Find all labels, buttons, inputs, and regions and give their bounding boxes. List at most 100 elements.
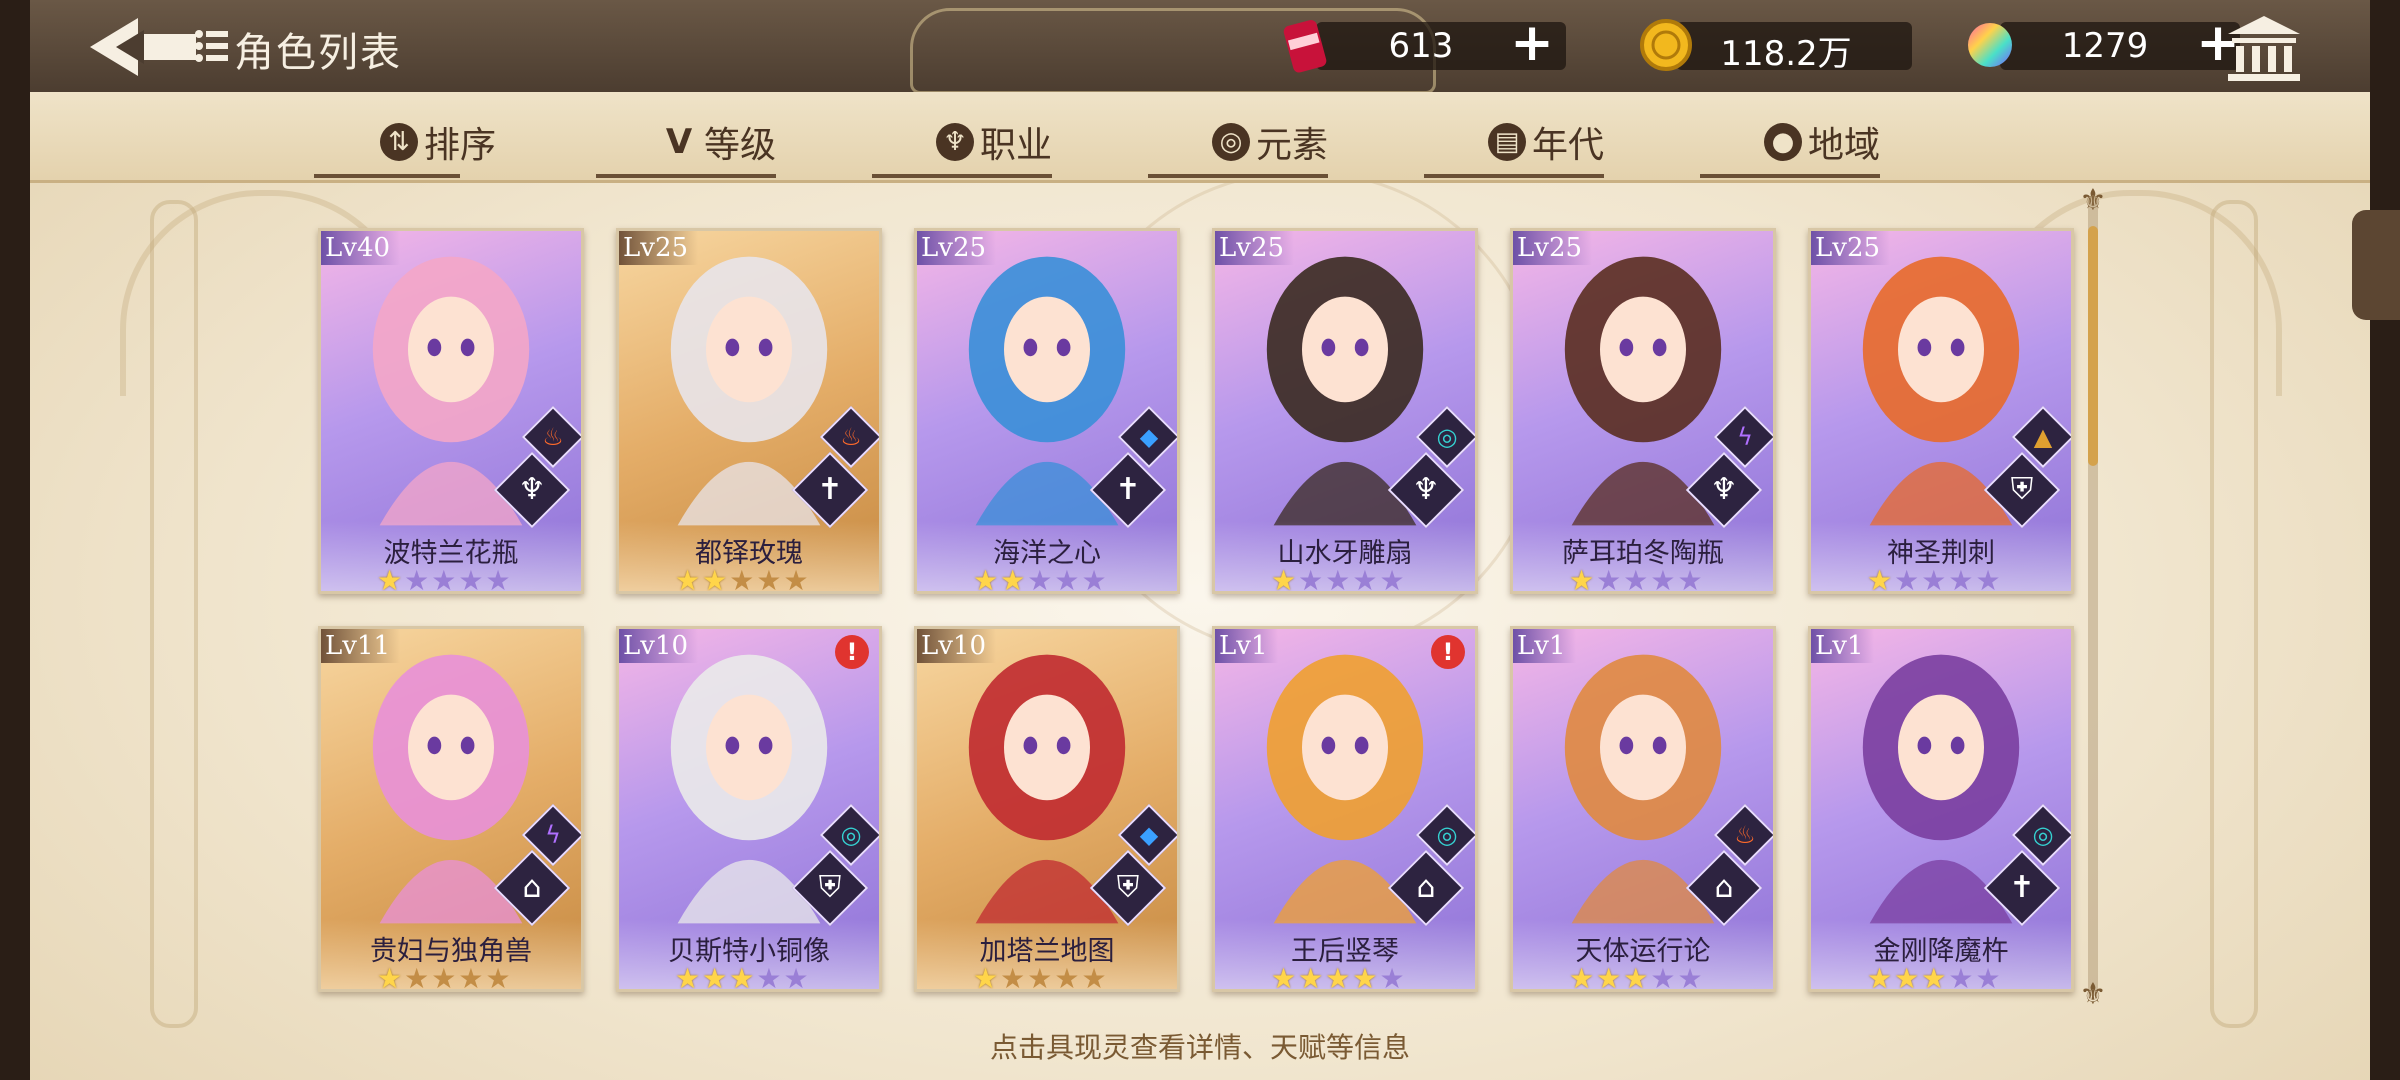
star-rating: ★ ★ ★ ★ ★ xyxy=(675,962,809,992)
character-list-screen: 角色列表 613 + 118.2万 1279 + ⇅ 排序 V 等级 ♆ 职业 … xyxy=(30,0,2370,1080)
star-rating: ★ ★ ★ ★ ★ xyxy=(377,962,511,992)
star-rating: ★ ★ ★ ★ ★ xyxy=(1271,962,1405,992)
level-v-icon: V xyxy=(665,122,693,162)
level-label: Lv10 xyxy=(917,629,997,663)
character-card[interactable]: Lv40 ♨ ♆ 波特兰花瓶 ★ ★ ★ ★ ★ xyxy=(318,228,584,594)
star-rating: ★ ★ ★ ★ ★ xyxy=(973,962,1107,992)
filter-element[interactable]: ◎ 元素 xyxy=(1212,116,1328,168)
filter-region[interactable]: ● 地域 xyxy=(1764,116,1880,168)
star-icon: ★ xyxy=(1894,564,1920,594)
star-icon: ★ xyxy=(431,564,457,594)
star-icon: ★ xyxy=(783,962,809,992)
character-card[interactable]: Lv25 ◎ ♆ 山水牙雕扇 ★ ★ ★ ★ ★ xyxy=(1212,228,1478,594)
star-icon: ★ xyxy=(1650,564,1676,594)
star-icon: ★ xyxy=(1027,564,1053,594)
star-icon: ★ xyxy=(702,564,728,594)
star-icon: ★ xyxy=(458,564,484,594)
star-icon: ★ xyxy=(1596,962,1622,992)
class-icon: ♆ xyxy=(936,123,974,161)
level-label: Lv10 xyxy=(619,629,699,663)
filter-underline xyxy=(872,174,1052,178)
museum-icon[interactable] xyxy=(2224,12,2304,84)
alert-badge-icon: ! xyxy=(1431,635,1465,669)
star-icon: ★ xyxy=(485,564,511,594)
location-pin-icon: ● xyxy=(1764,123,1802,161)
star-icon: ★ xyxy=(1054,962,1080,992)
star-rating: ★ ★ ★ ★ ★ xyxy=(1271,564,1405,594)
star-icon: ★ xyxy=(1623,962,1649,992)
character-card[interactable]: Lv1 ♨ ⌂ 天体运行论 ★ ★ ★ ★ ★ xyxy=(1510,626,1776,992)
star-icon: ★ xyxy=(702,962,728,992)
character-card[interactable]: Lv11 ϟ ⌂ 贵妇与独角兽 ★ ★ ★ ★ ★ xyxy=(318,626,584,992)
star-icon: ★ xyxy=(1948,962,1974,992)
filter-era-label: 年代 xyxy=(1532,125,1605,166)
star-rating: ★ ★ ★ ★ ★ xyxy=(1867,962,2001,992)
star-rating: ★ ★ ★ ★ ★ xyxy=(973,564,1107,594)
filter-sort[interactable]: ⇅ 排序 xyxy=(380,116,496,168)
scrollbar[interactable] xyxy=(2088,196,2098,996)
filter-class-label: 职业 xyxy=(980,125,1053,166)
top-bar: 角色列表 613 + 118.2万 1279 + xyxy=(30,0,2370,96)
star-icon: ★ xyxy=(1894,962,1920,992)
filter-era[interactable]: ▤ 年代 xyxy=(1488,116,1604,168)
gold-value: 118.2万 xyxy=(1720,34,1852,74)
filter-class[interactable]: ♆ 职业 xyxy=(936,116,1052,168)
star-icon: ★ xyxy=(729,962,755,992)
star-icon: ★ xyxy=(1081,564,1107,594)
level-label: Lv1 xyxy=(1811,629,1874,663)
filter-underline xyxy=(596,174,776,178)
star-icon: ★ xyxy=(1975,962,2001,992)
scrollbar-thumb[interactable] xyxy=(2088,226,2098,466)
character-card[interactable]: Lv1! ◎ ⌂ 王后竖琴 ★ ★ ★ ★ ★ xyxy=(1212,626,1478,992)
star-icon: ★ xyxy=(1867,564,1893,594)
star-icon: ★ xyxy=(1081,962,1107,992)
star-icon: ★ xyxy=(1298,962,1324,992)
star-icon: ★ xyxy=(973,564,999,594)
star-rating: ★ ★ ★ ★ ★ xyxy=(1569,962,1703,992)
stamina-counter: 613 + xyxy=(1276,16,1576,74)
gem-counter: 1279 + xyxy=(1960,16,2260,74)
character-card[interactable]: Lv25 ♨ ✝ 都铎玫瑰 ★ ★ ★ ★ ★ xyxy=(616,228,882,594)
character-card[interactable]: Lv25 ◆ ✝ 海洋之心 ★ ★ ★ ★ ★ xyxy=(914,228,1180,594)
energy-can-icon xyxy=(1283,20,1327,73)
rainbow-gem-icon xyxy=(1968,23,2012,67)
star-icon: ★ xyxy=(1298,564,1324,594)
star-icon: ★ xyxy=(431,962,457,992)
star-icon: ★ xyxy=(377,962,403,992)
star-icon: ★ xyxy=(756,564,782,594)
list-icon xyxy=(195,30,228,62)
filter-level[interactable]: V 等级 xyxy=(660,116,776,168)
filter-region-label: 地域 xyxy=(1808,125,1881,166)
star-icon: ★ xyxy=(1000,564,1026,594)
level-label: Lv11 xyxy=(321,629,401,663)
character-card[interactable]: Lv25 ▲ ⛨ 神圣荆刺 ★ ★ ★ ★ ★ xyxy=(1808,228,2074,594)
star-icon: ★ xyxy=(1000,962,1026,992)
filter-underline xyxy=(1148,174,1328,178)
page-title: 角色列表 xyxy=(234,30,402,76)
star-icon: ★ xyxy=(1271,962,1297,992)
star-icon: ★ xyxy=(1596,564,1622,594)
gem-value: 1279 xyxy=(2061,26,2149,66)
star-rating: ★ ★ ★ ★ ★ xyxy=(675,564,809,594)
star-icon: ★ xyxy=(1379,962,1405,992)
star-icon: ★ xyxy=(1027,962,1053,992)
gold-coin-icon xyxy=(1640,19,1692,71)
back-button[interactable] xyxy=(86,12,206,82)
add-stamina-button[interactable]: + xyxy=(1508,17,1556,69)
character-card[interactable]: Lv10! ◎ ⛨ 贝斯特小铜像 ★ ★ ★ ★ ★ xyxy=(616,626,882,992)
level-label: Lv25 xyxy=(619,231,699,265)
filter-underline xyxy=(1700,174,1880,178)
star-rating: ★ ★ ★ ★ ★ xyxy=(1569,564,1703,594)
character-card[interactable]: Lv25 ϟ ♆ 萨耳珀冬陶瓶 ★ ★ ★ ★ ★ xyxy=(1510,228,1776,594)
star-icon: ★ xyxy=(1948,564,1974,594)
level-label: Lv25 xyxy=(1215,231,1295,265)
character-card[interactable]: Lv10 ◆ ⛨ 加塔兰地图 ★ ★ ★ ★ ★ xyxy=(914,626,1180,992)
character-card[interactable]: Lv1 ◎ ✝ 金刚降魔杵 ★ ★ ★ ★ ★ xyxy=(1808,626,2074,992)
star-icon: ★ xyxy=(1921,962,1947,992)
star-icon: ★ xyxy=(1569,564,1595,594)
star-icon: ★ xyxy=(1867,962,1893,992)
stamina-value: 613 xyxy=(1388,26,1454,66)
star-icon: ★ xyxy=(404,962,430,992)
side-drawer-tab[interactable] xyxy=(2352,210,2400,320)
star-icon: ★ xyxy=(1054,564,1080,594)
